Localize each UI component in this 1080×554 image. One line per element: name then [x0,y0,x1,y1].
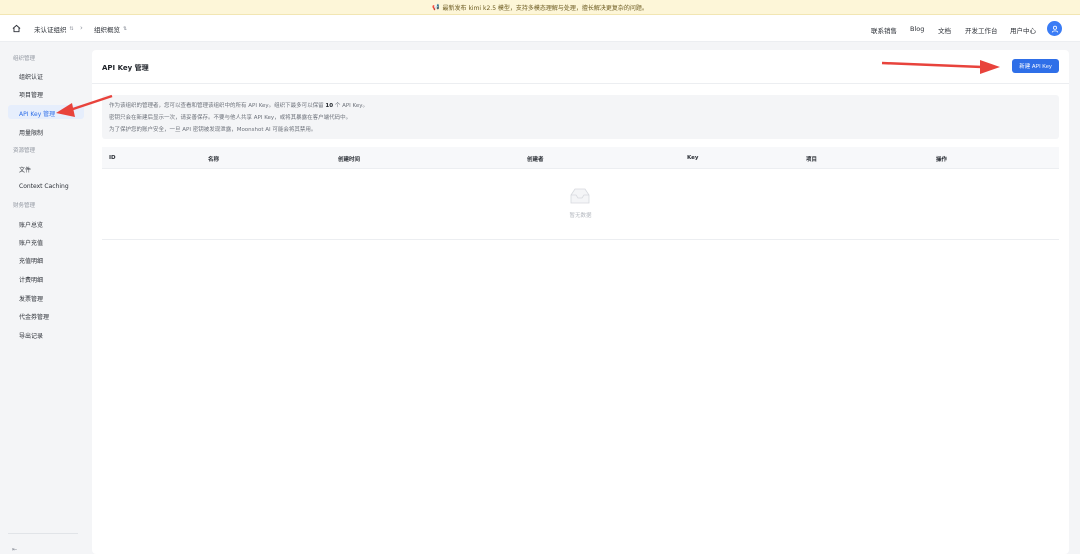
sidebar-item-usage-limits[interactable]: 用量限制 [19,128,43,137]
page-select-label: 组织概览 [94,26,120,34]
sidebar-group-org: 组织管理 [13,56,36,62]
sidebar-item-invoices[interactable]: 发票管理 [19,294,43,303]
announcement-banner: 📢 最新发布 kimi k2.5 模型，支持多模态理解与处理，擅长解决更复杂的问… [0,0,1080,15]
megaphone-icon: 📢 [432,3,440,11]
create-api-key-button[interactable]: 新建 API Key [1012,59,1059,73]
sidebar-item-org-verify[interactable]: 组织认证 [19,72,43,81]
sidebar-item-recharge[interactable]: 账户充值 [19,238,43,247]
column-header-created-at: 创建时间 [338,157,361,163]
notice-line-2: 密钥只会在新建后显示一次，请妥善保存。不要与他人共享 API Key，或将其暴露… [109,115,352,121]
page-select[interactable]: 组织概览 ⇅ [94,24,127,34]
org-select-label: 未认证组织 [34,26,67,34]
sidebar-item-vouchers[interactable]: 代金券管理 [19,312,49,321]
notice-line-1-suffix: 个 API Key。 [333,103,368,109]
column-header-actions: 操作 [936,157,948,163]
org-select[interactable]: 未认证组织 ⇅ [34,24,74,34]
sidebar: 组织管理 组织认证 项目管理 API Key 管理 用量限制 资源管理 文件 C… [0,43,84,554]
sidebar-group-finance: 财务管理 [13,203,36,209]
nav-link-user-center[interactable]: 用户中心 [1010,25,1036,35]
info-notice: 作为该组织的管理者，您可以查看和管理该组织中的所有 API Key。组织下最多可… [102,95,1059,139]
table-empty-state: 暂无数据 [102,169,1059,240]
notice-line-1-prefix: 作为该组织的管理者，您可以查看和管理该组织中的所有 API Key。组织下最多可… [109,103,326,109]
column-header-name: 名称 [208,157,220,163]
announcement-text[interactable]: 最新发布 kimi k2.5 模型，支持多模态理解与处理，擅长解决更复杂的问题。 [443,3,648,12]
sidebar-divider [8,533,78,534]
sidebar-item-export-records[interactable]: 导出记录 [19,331,43,340]
column-header-id: ID [109,155,116,161]
sidebar-item-projects[interactable]: 项目管理 [19,90,43,99]
sidebar-group-resources: 资源管理 [13,148,36,154]
sidebar-item-account-overview[interactable]: 账户总览 [19,220,43,229]
chevron-right-icon: › [80,24,83,32]
notice-line-3: 为了保护您的账户安全，一旦 API 密钥被发现泄露，Moonshot AI 可能… [109,127,317,133]
sidebar-item-recharge-details[interactable]: 充值明细 [19,256,43,265]
top-navigation: 未认证组织 ⇅ › 组织概览 ⇅ 联系销售 Blog 文档 开发工作台 用户中心 [0,15,1080,42]
empty-state-text: 暂无数据 [569,213,592,219]
nav-link-blog[interactable]: Blog [910,25,924,33]
chevron-updown-icon: ⇅ [69,26,74,32]
header-divider [92,83,1069,84]
empty-inbox-icon [570,188,590,204]
sidebar-item-context-caching[interactable]: Context Caching [19,183,69,190]
main-panel: API Key 管理 新建 API Key 作为该组织的管理者，您可以查看和管理… [92,50,1069,554]
column-header-creator: 创建者 [527,157,544,163]
sidebar-item-api-keys[interactable]: API Key 管理 [19,109,55,118]
column-header-project: 项目 [806,157,818,163]
nav-link-docs[interactable]: 文档 [938,25,951,35]
collapse-sidebar-icon[interactable]: ⇤ [12,546,17,553]
sidebar-item-files[interactable]: 文件 [19,165,31,174]
page-title: API Key 管理 [102,64,149,72]
nav-link-contact-sales[interactable]: 联系销售 [871,25,897,35]
notice-key-limit: 10 [325,103,334,109]
table-header: ID 名称 创建时间 创建者 Key 项目 操作 [102,147,1059,169]
user-icon [1051,25,1058,33]
sidebar-item-billing-details[interactable]: 计费明细 [19,275,43,284]
home-icon[interactable] [12,24,21,33]
chevron-updown-icon: ⇅ [123,26,128,32]
notice-line-1: 作为该组织的管理者，您可以查看和管理该组织中的所有 API Key。组织下最多可… [109,101,368,109]
avatar[interactable] [1047,21,1062,36]
nav-link-dev-console[interactable]: 开发工作台 [965,25,998,35]
column-header-key: Key [687,155,699,161]
